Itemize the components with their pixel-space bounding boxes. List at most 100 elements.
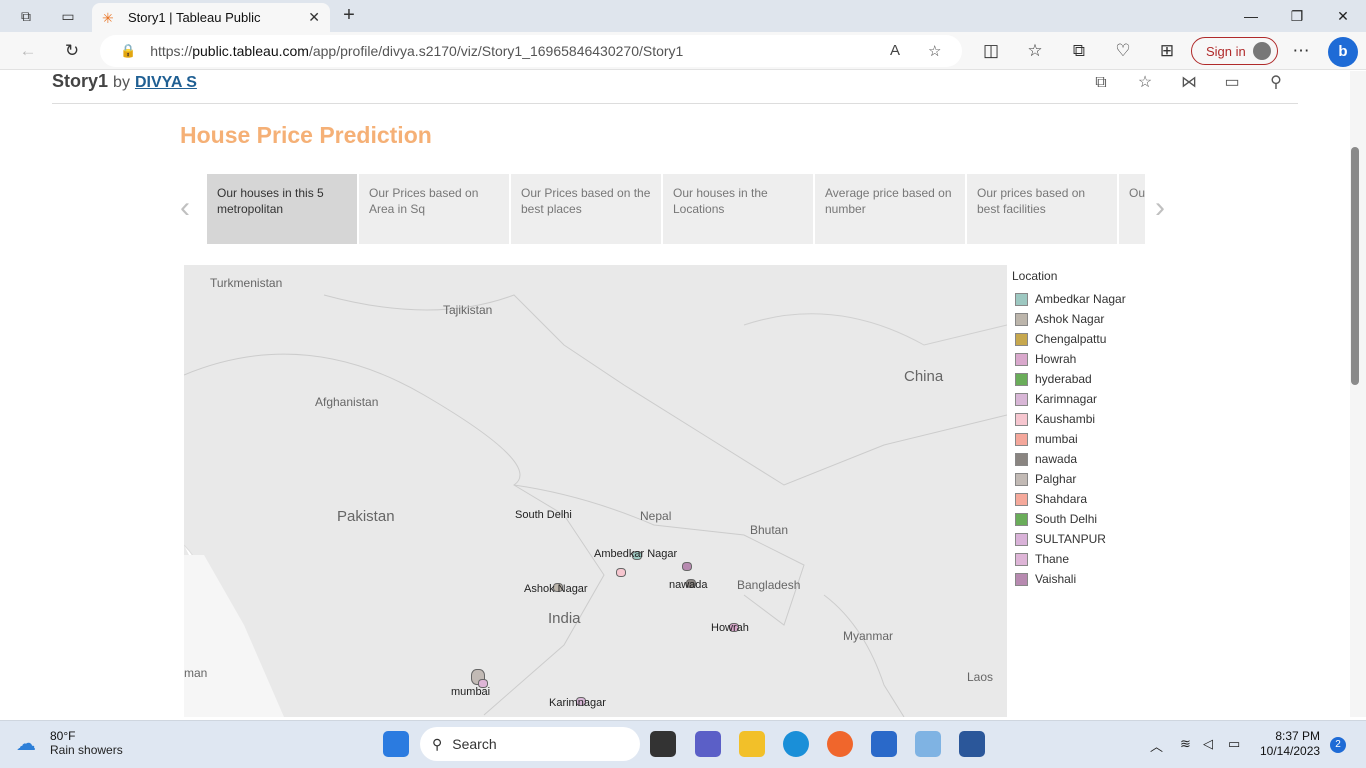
map-label: Laos — [967, 670, 994, 684]
legend-item[interactable]: Chengalpattu — [1012, 329, 1126, 349]
store-icon[interactable] — [871, 731, 897, 757]
volume-icon[interactable]: ◁ — [1203, 736, 1213, 752]
share-icon[interactable]: ⋈ — [1179, 73, 1199, 93]
legend-swatch — [1015, 392, 1028, 406]
legend-item[interactable]: hyderabad — [1012, 369, 1126, 389]
legend-item[interactable]: Howrah — [1012, 349, 1126, 369]
location-marker[interactable] — [616, 568, 626, 577]
notification-badge[interactable]: 2 — [1330, 737, 1346, 753]
extensions-icon[interactable]: ⊞ — [1156, 41, 1178, 61]
task-view-icon[interactable] — [650, 731, 676, 757]
legend-label: Shahdara — [1035, 492, 1088, 506]
tableau-app-icon[interactable] — [915, 731, 941, 757]
legend-item[interactable]: Shahdara — [1012, 489, 1126, 509]
workspaces-icon[interactable]: ⧉ — [17, 7, 35, 25]
battery-icon[interactable]: ▭ — [1228, 736, 1240, 752]
tab-actions-icon[interactable]: ▭ — [59, 7, 77, 25]
story-point-7[interactable]: Ou bes — [1119, 174, 1145, 244]
new-tab-button[interactable]: + — [338, 5, 360, 27]
edge-icon[interactable] — [783, 731, 809, 757]
legend-item[interactable]: South Delhi — [1012, 509, 1126, 529]
city-label: Karimnagar — [549, 697, 606, 709]
badge-icon[interactable]: ⚲ — [1266, 73, 1286, 93]
taskbar-search[interactable]: ⚲ Search — [420, 727, 640, 761]
favorite-star-icon[interactable]: ☆ — [928, 42, 941, 60]
legend-title: Location — [1012, 269, 1058, 283]
legend-swatch — [1015, 432, 1028, 446]
prev-story-point-icon[interactable]: ‹ — [180, 191, 190, 225]
browser-tab-active[interactable]: ✳ Story1 | Tableau Public ✕ — [92, 3, 330, 32]
story-point-6[interactable]: Our prices based on best facilities — [967, 174, 1117, 244]
author-link[interactable]: DIVYA S — [135, 74, 197, 91]
story-point-3[interactable]: Our Prices based on the best places — [511, 174, 661, 244]
legend-swatch — [1015, 472, 1028, 486]
legend-item[interactable]: Ashok Nagar — [1012, 309, 1126, 329]
minimize-button[interactable]: — — [1236, 5, 1266, 27]
wifi-icon[interactable]: ≋ — [1180, 736, 1191, 752]
copy-icon[interactable]: ⧉ — [1091, 73, 1111, 93]
refresh-icon[interactable]: ↻ — [61, 41, 83, 61]
favorites-icon[interactable]: ☆ — [1024, 41, 1046, 61]
legend-item[interactable]: mumbai — [1012, 429, 1126, 449]
chevron-up-icon[interactable]: ︿ — [1150, 736, 1163, 755]
scrollbar-thumb[interactable] — [1351, 147, 1359, 385]
map-label: Pakistan — [337, 508, 395, 525]
story-title: Story1 — [52, 71, 109, 91]
favorite-icon[interactable]: ☆ — [1135, 73, 1155, 93]
sign-in-button[interactable]: Sign in — [1191, 37, 1278, 65]
word-icon[interactable] — [959, 731, 985, 757]
clock-date: 10/14/2023 — [1260, 744, 1321, 758]
legend-item[interactable]: Palghar — [1012, 469, 1126, 489]
city-label: South Delhi — [515, 509, 572, 521]
close-tab-icon[interactable]: ✕ — [308, 9, 320, 26]
legend-label: Ambedkar Nagar — [1035, 292, 1126, 306]
map-label: Bhutan — [750, 523, 789, 537]
legend-label: hyderabad — [1035, 372, 1092, 386]
legend-item[interactable]: SULTANPUR — [1012, 529, 1126, 549]
story-point-4[interactable]: Our houses in the Locations — [663, 174, 813, 244]
story-point-1[interactable]: Our houses in this 5 metropolitan — [207, 174, 357, 244]
legend-item[interactable]: Thane — [1012, 549, 1126, 569]
browser-essentials-icon[interactable]: ♡ — [1112, 41, 1134, 61]
restore-button[interactable]: ❐ — [1282, 5, 1312, 27]
story-point-5[interactable]: Average price based on number — [815, 174, 965, 244]
legend-swatch — [1015, 412, 1028, 426]
map-label: man — [184, 666, 208, 680]
map-label: India — [548, 610, 581, 627]
read-aloud-icon[interactable]: A — [890, 42, 900, 59]
legend-swatch — [1015, 532, 1028, 546]
taskbar: ☁ 80°F Rain showers ⚲ Search ︿ ≋ ◁ ▭ 8:3… — [0, 720, 1366, 768]
weather-temp: 80°F — [50, 729, 76, 743]
file-explorer-icon[interactable] — [739, 731, 765, 757]
story-point-2[interactable]: Our Prices based on Area in Sq — [359, 174, 509, 244]
close-window-button[interactable]: ✕ — [1328, 5, 1358, 27]
start-icon[interactable] — [383, 731, 409, 757]
location-marker[interactable] — [682, 562, 692, 571]
sign-in-label: Sign in — [1206, 43, 1246, 59]
split-screen-icon[interactable]: ◫ — [980, 41, 1002, 61]
more-menu-icon[interactable]: ⋯ — [1290, 41, 1312, 61]
legend-swatch — [1015, 352, 1028, 366]
legend-item[interactable]: Ambedkar Nagar — [1012, 289, 1126, 309]
legend-item[interactable]: Vaishali — [1012, 569, 1126, 589]
map-label: Turkmenistan — [210, 276, 283, 290]
collections-icon[interactable]: ⧉ — [1068, 41, 1090, 61]
search-label: Search — [452, 736, 497, 752]
weather-widget[interactable]: 80°F Rain showers — [50, 729, 123, 757]
firefox-icon[interactable] — [827, 731, 853, 757]
bing-copilot-icon[interactable]: b — [1328, 37, 1358, 67]
legend-swatch — [1015, 512, 1028, 526]
legend-item[interactable]: Karimnagar — [1012, 389, 1126, 409]
next-story-point-icon[interactable]: › — [1155, 191, 1165, 225]
legend-label: South Delhi — [1035, 512, 1098, 526]
map-view[interactable]: Turkmenistan Tajikistan Afghanistan Chin… — [184, 265, 1007, 717]
legend-item[interactable]: nawada — [1012, 449, 1126, 469]
comment-icon[interactable]: ▭ — [1222, 73, 1242, 93]
legend-item[interactable]: Kaushambi — [1012, 409, 1126, 429]
clock[interactable]: 8:37 PM 10/14/2023 — [1260, 729, 1320, 759]
address-bar[interactable]: 🔒 https://public.tableau.com/app/profile… — [100, 35, 962, 67]
map-label: Bangladesh — [737, 578, 801, 592]
back-icon[interactable]: ← — [17, 41, 39, 61]
city-label: Ambedkar Nagar — [594, 548, 678, 560]
teams-icon[interactable] — [695, 731, 721, 757]
